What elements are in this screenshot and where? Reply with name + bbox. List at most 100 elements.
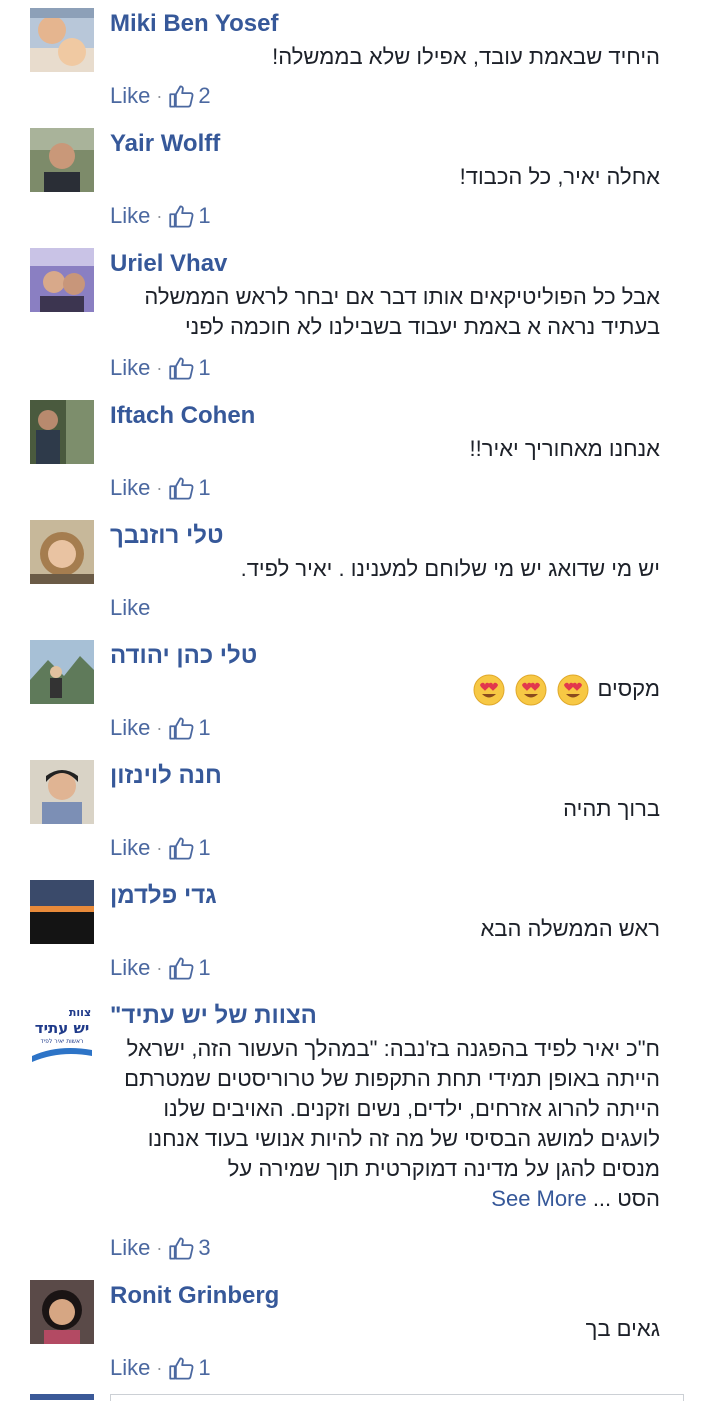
like-button[interactable]: Like bbox=[110, 203, 150, 229]
thumbs-up-icon[interactable] bbox=[168, 835, 195, 862]
comment-actions: Like · 1 bbox=[110, 202, 211, 230]
comment-actions: Like · 1 bbox=[110, 474, 211, 502]
like-count[interactable]: 3 bbox=[198, 1235, 210, 1261]
commenter-name[interactable]: Iftach Cohen bbox=[110, 402, 255, 430]
comment-text: יש מי שדואג יש מי שלוחם למענינו . יאיר ל… bbox=[110, 554, 660, 584]
comment-text: אנחנו מאחוריך יאיר!! bbox=[110, 434, 660, 464]
avatar[interactable]: צוות יש עתיד ראשות יאיר לפיד bbox=[30, 1000, 94, 1064]
avatar[interactable] bbox=[30, 520, 94, 584]
comment-actions: Like bbox=[110, 594, 150, 622]
thumbs-up-icon[interactable] bbox=[168, 1355, 195, 1382]
heart-eyes-emoji bbox=[515, 674, 547, 706]
comment-line-text: הסט ... bbox=[592, 1186, 660, 1211]
avatar[interactable] bbox=[30, 128, 94, 192]
comment: Iftach Cohen אנחנו מאחוריך יאיר!! Like ·… bbox=[0, 392, 720, 512]
thumbs-up-icon[interactable] bbox=[168, 475, 195, 502]
thumbs-up-icon[interactable] bbox=[168, 1235, 195, 1262]
avatar[interactable] bbox=[30, 880, 94, 944]
like-count[interactable]: 1 bbox=[198, 355, 210, 381]
thumbs-up-icon[interactable] bbox=[168, 355, 195, 382]
separator-dot: · bbox=[156, 205, 163, 226]
commenter-name[interactable]: Ronit Grinberg bbox=[110, 1282, 279, 1310]
like-count[interactable]: 1 bbox=[198, 715, 210, 741]
separator-dot: · bbox=[156, 957, 163, 978]
comment-line: ראש הממשלה הבא bbox=[480, 916, 660, 941]
commenter-name[interactable]: טלי רוזנבך bbox=[110, 522, 224, 550]
commenter-name[interactable]: Uriel Vhav bbox=[110, 250, 227, 278]
comment-line: גאים בך bbox=[585, 1316, 660, 1341]
thumbs-up-icon[interactable] bbox=[168, 715, 195, 742]
svg-text:ראשות יאיר לפיד: ראשות יאיר לפיד bbox=[41, 1038, 84, 1045]
separator-dot: · bbox=[156, 85, 163, 106]
avatar[interactable] bbox=[30, 400, 94, 464]
comment-line: בעתיד נראה א באמת יעבוד בשבילנו לא חוכמה… bbox=[184, 314, 660, 339]
avatar[interactable] bbox=[30, 8, 94, 72]
like-button[interactable]: Like bbox=[110, 1355, 150, 1381]
commenter-name[interactable]: גדי פלדמן bbox=[110, 882, 217, 910]
avatar-image bbox=[30, 520, 94, 584]
comment-line: יש מי שדואג יש מי שלוחם למענינו . יאיר ל… bbox=[240, 556, 660, 581]
comment-line: לועגים למושג הבסיסי של מה זה להיות אנושי… bbox=[147, 1126, 660, 1151]
avatar[interactable] bbox=[30, 248, 94, 312]
separator-dot: · bbox=[156, 477, 163, 498]
separator-dot: · bbox=[156, 717, 163, 738]
like-count[interactable]: 1 bbox=[198, 1355, 210, 1381]
comment-text: גאים בך bbox=[110, 1314, 660, 1344]
commenter-name[interactable]: Miki Ben Yosef bbox=[110, 10, 279, 38]
like-button[interactable]: Like bbox=[110, 1235, 150, 1261]
like-count[interactable]: 2 bbox=[198, 83, 210, 109]
avatar[interactable] bbox=[30, 1280, 94, 1344]
see-more-link[interactable]: See More bbox=[491, 1186, 586, 1211]
like-button[interactable]: Like bbox=[110, 715, 150, 741]
separator-dot: · bbox=[156, 1357, 163, 1378]
separator-dot: · bbox=[156, 357, 163, 378]
comment-line: אחלה יאיר, כל הכבוד! bbox=[459, 164, 660, 189]
like-count[interactable]: 1 bbox=[198, 203, 210, 229]
thumbs-up-icon[interactable] bbox=[168, 83, 195, 110]
heart-eyes-emoji bbox=[557, 674, 589, 706]
like-count[interactable]: 1 bbox=[198, 955, 210, 981]
comment-line: אבל כל הפוליטיקאים אותו דבר אם יבחר לראש… bbox=[144, 284, 660, 309]
comment-text: אחלה יאיר, כל הכבוד! bbox=[110, 162, 660, 192]
thumbs-up-icon[interactable] bbox=[168, 955, 195, 982]
separator-dot: · bbox=[156, 1237, 163, 1258]
comment-text: היחיד שבאמת עובד, אפילו שלא בממשלה! bbox=[110, 42, 660, 72]
avatar-image bbox=[30, 760, 94, 824]
comment: חנה לוינזון ברוך תהיה Like · 1 bbox=[0, 752, 720, 872]
commenter-name[interactable]: חנה לוינזון bbox=[110, 762, 222, 790]
comment: Miki Ben Yosef היחיד שבאמת עובד, אפילו ש… bbox=[0, 0, 720, 120]
like-button[interactable]: Like bbox=[110, 955, 150, 981]
svg-text:יש עתיד: יש עתיד bbox=[35, 1019, 90, 1037]
comment: טלי רוזנבך יש מי שדואג יש מי שלוחם למעני… bbox=[0, 512, 720, 632]
commenter-name[interactable]: הצוות של יש עתיד" bbox=[110, 1002, 317, 1030]
comment-text: ח"כ יאיר לפיד בהפגנה בז'נבה: "במהלך העשו… bbox=[110, 1034, 660, 1214]
comment-actions: Like · 1 bbox=[110, 354, 211, 382]
like-button[interactable]: Like bbox=[110, 83, 150, 109]
comment-line: ברוך תהיה bbox=[563, 796, 660, 821]
thumbs-up-icon[interactable] bbox=[168, 203, 195, 230]
like-button[interactable]: Like bbox=[110, 475, 150, 501]
like-button[interactable]: Like bbox=[110, 835, 150, 861]
avatar[interactable] bbox=[30, 640, 94, 704]
heart-eyes-emoji-group bbox=[471, 674, 591, 706]
like-count[interactable]: 1 bbox=[198, 835, 210, 861]
comment-line: ח"כ יאיר לפיד בהפגנה בז'נבה: "במהלך העשו… bbox=[126, 1036, 660, 1061]
comment-line: מנסים להגן על מדינה דמוקרטית תוך שמירה ע… bbox=[227, 1156, 660, 1181]
comment-actions: Like · 1 bbox=[110, 1354, 211, 1382]
comment-actions: Like · 3 bbox=[110, 1234, 211, 1262]
avatar-image bbox=[30, 880, 94, 944]
comment: צוות יש עתיד ראשות יאיר לפיד הצוות של יש… bbox=[0, 992, 720, 1260]
comment-line: אנחנו מאחוריך יאיר!! bbox=[469, 436, 660, 461]
like-button[interactable]: Like bbox=[110, 595, 150, 621]
separator-dot: · bbox=[156, 837, 163, 858]
like-count[interactable]: 1 bbox=[198, 475, 210, 501]
comment-line: הסט ... See More bbox=[110, 1184, 660, 1214]
comment-line: הייתה באופן תמידי תחת התקפות של טרוריסטי… bbox=[124, 1066, 660, 1091]
comment-text: ראש הממשלה הבא bbox=[110, 914, 660, 944]
avatar[interactable] bbox=[30, 760, 94, 824]
like-button[interactable]: Like bbox=[110, 355, 150, 381]
comment: Yair Wolff אחלה יאיר, כל הכבוד! Like · 1 bbox=[0, 120, 720, 240]
commenter-name[interactable]: טלי כהן יהודה bbox=[110, 642, 257, 670]
comment-text: מקסים bbox=[110, 674, 660, 706]
commenter-name[interactable]: Yair Wolff bbox=[110, 130, 220, 158]
